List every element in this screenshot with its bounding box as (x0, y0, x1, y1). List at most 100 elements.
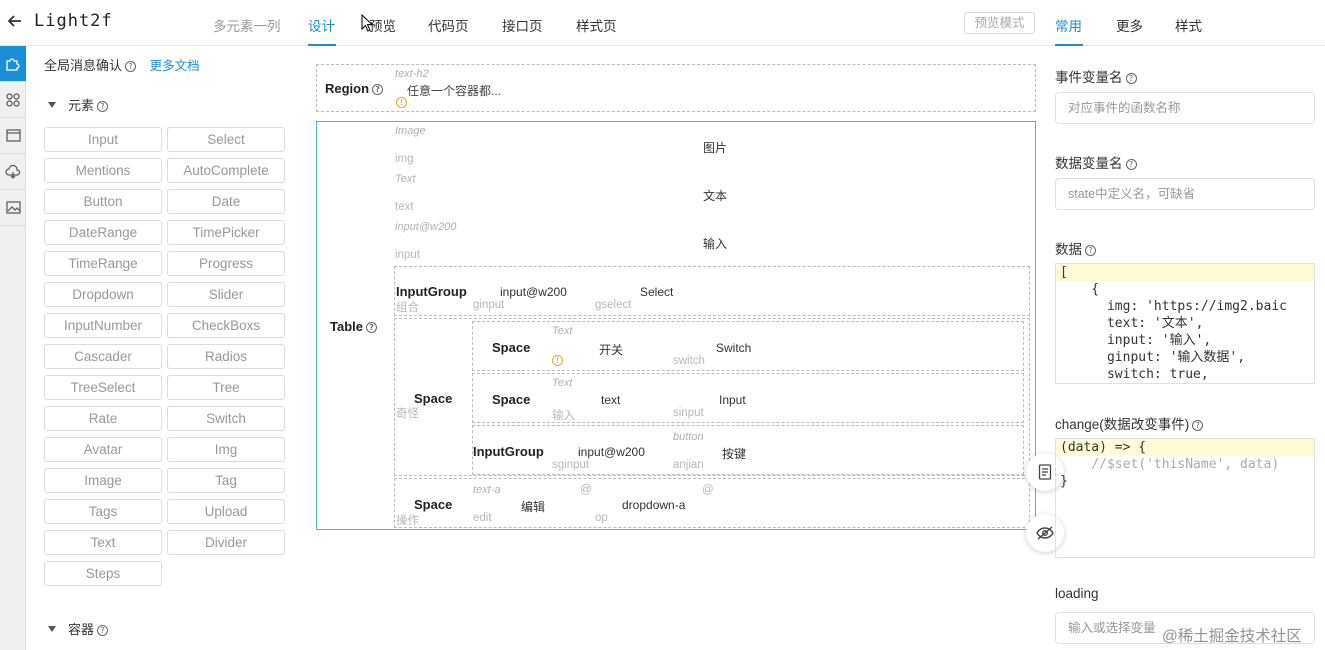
space-block[interactable]: Space 奇怪 Space Text 开关 ! Switch switch S… (394, 318, 1030, 476)
app-title: Light2f (34, 11, 113, 31)
table-label: Table? (330, 319, 377, 334)
component-daterange-button[interactable]: DateRange (44, 220, 162, 245)
help-icon[interactable]: ? (1125, 159, 1137, 170)
global-confirm-row: 全局消息确认? 更多文档 (44, 55, 200, 74)
component-img-button[interactable]: Img (167, 437, 285, 462)
input-group-label: InputGroup (396, 284, 467, 299)
ops-space-sublabel: 操作 (396, 515, 419, 527)
component-select-button[interactable]: Select (167, 127, 285, 152)
tab-preview[interactable]: 预览 (369, 15, 396, 35)
tab-style[interactable]: 样式 (1175, 15, 1202, 35)
event-var-input[interactable]: 对应事件的函数名称 (1055, 92, 1315, 124)
component-radios-button[interactable]: Radios (167, 344, 285, 369)
switch-value: Switch (716, 341, 752, 355)
component-timerange-button[interactable]: TimeRange (44, 251, 162, 276)
input-group-button-label: InputGroup (473, 444, 544, 459)
window-icon[interactable] (0, 118, 26, 154)
tab-code-page[interactable]: 代码页 (428, 15, 469, 35)
elements-title: 元素 (68, 98, 95, 113)
tab-design[interactable]: 设计 (308, 15, 335, 35)
more-docs-link[interactable]: 更多文档 (150, 59, 200, 73)
component-avatar-button[interactable]: Avatar (44, 437, 162, 462)
tab-multi-element[interactable]: 多元素一列 (213, 15, 281, 35)
data-label: 数据? (1055, 238, 1096, 258)
component-date-button[interactable]: Date (167, 189, 285, 214)
code-line: input: '输入', (1060, 333, 1212, 348)
component-upload-button[interactable]: Upload (167, 499, 285, 524)
component-treeselect-button[interactable]: TreeSelect (44, 375, 162, 400)
help-icon[interactable]: ? (366, 322, 377, 333)
preview-mode-button[interactable]: 预览模式 (964, 12, 1035, 34)
text-row-hint: Text (395, 173, 416, 185)
dropdown-sub: op (595, 512, 608, 524)
code-line: (data) => { (1056, 439, 1314, 456)
component-checkboxs-button[interactable]: CheckBoxs (167, 313, 285, 338)
help-icon[interactable]: ? (125, 61, 137, 72)
region-block[interactable]: Region? text-h2 任意一个容器都... ! (316, 64, 1036, 112)
input-group-button-block[interactable]: InputGroup input@w200 sginput button 按键 … (472, 425, 1024, 475)
tab-api-page[interactable]: 接口页 (502, 15, 543, 35)
tab-more[interactable]: 更多 (1116, 15, 1143, 35)
help-icon[interactable]: ? (97, 101, 109, 112)
space-input-block[interactable]: Space Text text 输入 Input sinput (472, 373, 1024, 423)
ops-hint: text-a (473, 484, 501, 496)
change-code-editor[interactable]: (data) => { //$set('thisName', data)} (1055, 438, 1315, 558)
component-input-button[interactable]: Input (44, 127, 162, 152)
component-timepicker-button[interactable]: TimePicker (167, 220, 285, 245)
region-label: Region? (325, 81, 384, 96)
sinput-value: Input (719, 393, 746, 407)
space-switch-text: 开关 (599, 343, 624, 357)
component-switch-button[interactable]: Switch (167, 406, 285, 431)
help-icon[interactable]: ? (97, 625, 109, 636)
data-code-editor[interactable]: [ { img: 'https://img2.baic text: '文本', … (1055, 263, 1315, 384)
back-arrow-icon[interactable] (6, 12, 24, 30)
input-group-block[interactable]: InputGroup 组合 input@w200 ginput Select g… (394, 266, 1030, 316)
table-block[interactable]: Table? Image img 图片 Text text 文本 input@w… (316, 121, 1036, 530)
component-text-button[interactable]: Text (44, 530, 162, 555)
code-line: //$set('thisName', data) (1060, 457, 1280, 472)
help-icon[interactable]: ? (1192, 420, 1204, 431)
component-tags-button[interactable]: Tags (44, 499, 162, 524)
component-cascader-button[interactable]: Cascader (44, 344, 162, 369)
tab-active-indicator (1055, 44, 1083, 46)
help-icon[interactable]: ? (1085, 245, 1096, 256)
region-content: 任意一个容器都... (407, 84, 502, 98)
code-line: img: 'https://img2.baic (1060, 299, 1287, 314)
gselect-sub: gselect (595, 299, 632, 311)
component-button-button[interactable]: Button (44, 189, 162, 214)
image-row-value: 图片 (703, 141, 728, 155)
help-icon[interactable]: ? (372, 84, 384, 95)
puzzle-icon[interactable] (0, 46, 26, 82)
tab-common[interactable]: 常用 (1055, 15, 1082, 35)
space-label: Space (414, 391, 453, 406)
component-rate-button[interactable]: Rate (44, 406, 162, 431)
component-steps-button[interactable]: Steps (44, 561, 162, 586)
elements-section-header[interactable]: 元素? (48, 95, 109, 114)
code-line: switch: true, (1060, 367, 1209, 382)
component-mentions-button[interactable]: Mentions (44, 158, 162, 183)
component-image-button[interactable]: Image (44, 468, 162, 493)
component-inputnumber-button[interactable]: InputNumber (44, 313, 162, 338)
caret-down-icon (48, 102, 56, 108)
cloud-icon[interactable] (0, 154, 26, 190)
image-icon[interactable] (0, 190, 26, 226)
component-tree-button[interactable]: Tree (167, 375, 285, 400)
grid-icon[interactable] (0, 82, 26, 118)
mouse-cursor-icon (361, 14, 373, 32)
space-input-label: Space (492, 392, 531, 407)
space-switch-block[interactable]: Space Text 开关 ! Switch switch (472, 321, 1024, 371)
help-icon[interactable]: ? (1125, 73, 1137, 84)
ops-space-block[interactable]: Space 操作 text-a edit 编辑 @ @ dropdown-a o… (394, 478, 1030, 528)
component-progress-button[interactable]: Progress (167, 251, 285, 276)
gselect-value: Select (640, 285, 674, 299)
code-line: { (1060, 282, 1100, 297)
component-divider-button[interactable]: Divider (167, 530, 285, 555)
component-tag-button[interactable]: Tag (167, 468, 285, 493)
containers-section-header[interactable]: 容器? (48, 619, 109, 638)
tab-style-page[interactable]: 样式页 (576, 15, 617, 35)
component-slider-button[interactable]: Slider (167, 282, 285, 307)
component-autocomplete-button[interactable]: AutoComplete (167, 158, 285, 183)
space-input-text: text (601, 393, 621, 407)
data-var-input[interactable]: state中定义名，可缺省 (1055, 178, 1315, 210)
component-dropdown-button[interactable]: Dropdown (44, 282, 162, 307)
